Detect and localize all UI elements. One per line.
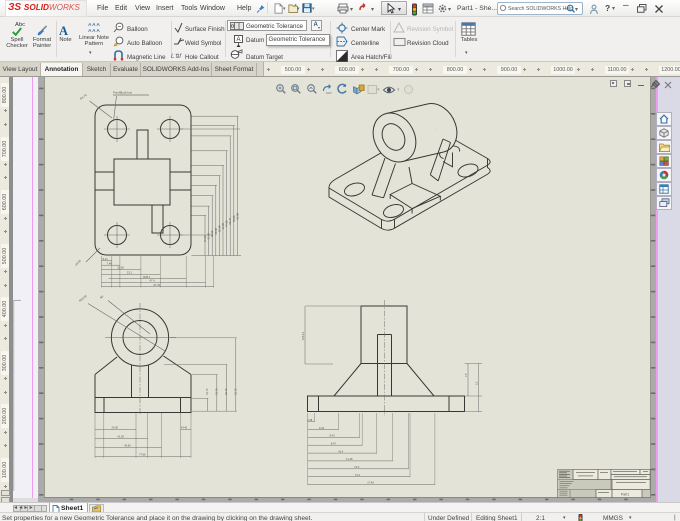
svg-text:43.66: 43.66: [124, 444, 131, 448]
svg-text:3.2: 3.2: [476, 381, 479, 385]
svg-text:47.68: 47.68: [225, 220, 229, 227]
svg-text:41.58: 41.58: [221, 222, 225, 229]
svg-text:41.4: 41.4: [338, 449, 344, 453]
svg-text:73.4: 73.4: [355, 473, 361, 477]
svg-text:44.45: 44.45: [181, 426, 188, 429]
svg-text:A: A: [236, 37, 240, 43]
svg-text:53.78: 53.78: [228, 217, 232, 224]
svg-text:57.15: 57.15: [154, 283, 161, 287]
svg-text:8.43: 8.43: [330, 434, 336, 438]
svg-text:31.75: 31.75: [205, 388, 209, 395]
svg-text:8.41: 8.41: [103, 257, 109, 261]
svg-text:31.75: 31.75: [233, 388, 237, 395]
svg-text:R9: R9: [99, 294, 105, 300]
svg-text:73.0: 73.0: [354, 465, 360, 469]
svg-text:11.08: 11.08: [203, 235, 207, 242]
svg-text:R38.1: R38.1: [143, 275, 150, 279]
svg-text:47.4: 47.4: [150, 279, 156, 283]
svg-text:41.28: 41.28: [117, 435, 124, 439]
svg-text:9.44: 9.44: [319, 426, 325, 430]
svg-text:17.18: 17.18: [207, 232, 211, 239]
svg-text:59.88: 59.88: [232, 215, 236, 222]
svg-text:4.48: 4.48: [307, 418, 313, 422]
svg-text:77.66: 77.66: [139, 453, 146, 457]
svg-text:24.00: 24.00: [112, 426, 119, 430]
svg-text:15.08: 15.08: [117, 266, 124, 270]
svg-text:8.47: 8.47: [331, 441, 337, 445]
svg-text:31.75: 31.75: [214, 388, 218, 395]
svg-text:R15.88: R15.88: [78, 294, 88, 303]
svg-text:7.9: 7.9: [465, 373, 468, 377]
svg-text:23.28: 23.28: [210, 230, 214, 237]
svg-text:7.48: 7.48: [107, 262, 113, 266]
svg-text:31.75: 31.75: [224, 388, 228, 395]
svg-text:29.38: 29.38: [214, 227, 218, 234]
svg-text:105.13: 105.13: [301, 332, 305, 340]
svg-text:R4.76: R4.76: [79, 93, 88, 101]
svg-text:Part1: Part1: [621, 492, 629, 496]
svg-text:35.48: 35.48: [217, 225, 221, 232]
svg-text:17.48: 17.48: [367, 481, 374, 485]
svg-text:11.48: 11.48: [346, 457, 353, 461]
svg-text:23.1: 23.1: [127, 271, 133, 275]
svg-text:⌀9.53: ⌀9.53: [74, 259, 82, 267]
svg-text:65.98: 65.98: [235, 212, 239, 219]
svg-text:Poer/Block-Inst: Poer/Block-Inst: [113, 91, 132, 95]
